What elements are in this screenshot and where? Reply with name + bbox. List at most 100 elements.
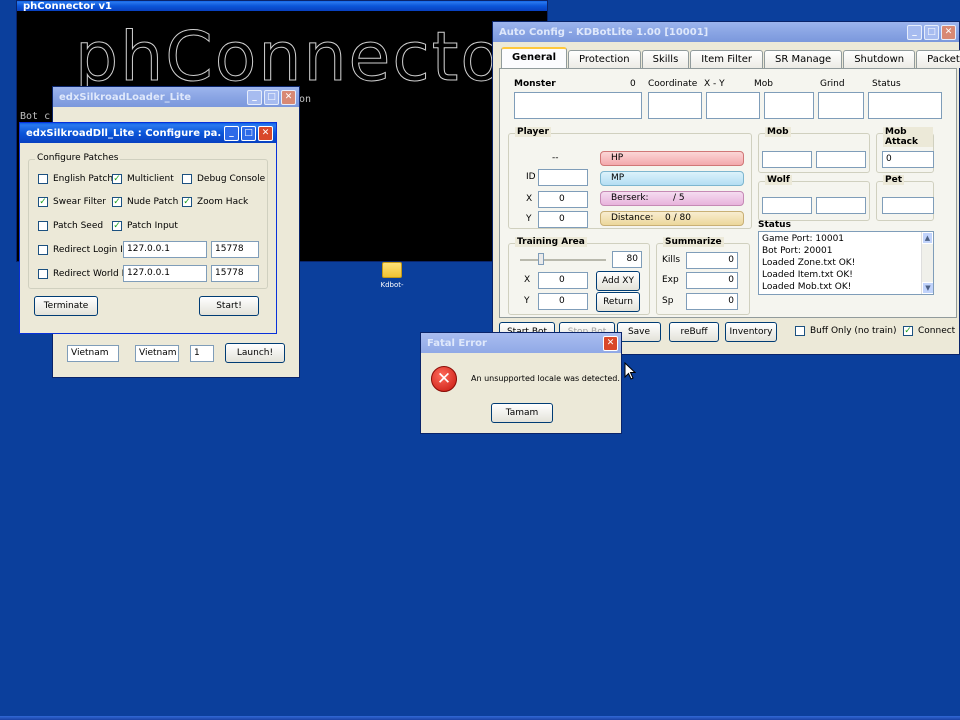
training-range-field[interactable]: 80 bbox=[612, 251, 642, 268]
player-id-field[interactable] bbox=[538, 169, 588, 186]
redirect-login-ip-checkbox[interactable]: Redirect Login IP bbox=[38, 245, 128, 255]
kills-label: Kills bbox=[662, 255, 681, 265]
player-x-label: X bbox=[526, 194, 533, 204]
maximize-icon[interactable]: □ bbox=[241, 125, 256, 141]
tab-shutdown[interactable]: Shutdown bbox=[843, 50, 916, 68]
login-ip-field[interactable]: 127.0.0.1 bbox=[123, 241, 207, 258]
minimize-icon[interactable]: _ bbox=[224, 125, 239, 141]
kills-field[interactable]: 0 bbox=[686, 252, 738, 269]
add-xy-button[interactable]: Add XY bbox=[596, 271, 640, 291]
zoom-hack-checkbox[interactable]: ✓ Zoom Hack bbox=[182, 197, 248, 207]
redirect-world-ip-checkbox[interactable]: Redirect World IP bbox=[38, 269, 130, 279]
mob-label: Mob bbox=[754, 79, 773, 89]
checkbox-box bbox=[38, 174, 48, 184]
login-port-field[interactable]: 15778 bbox=[211, 241, 259, 258]
close-icon[interactable]: ✕ bbox=[941, 24, 956, 40]
list-item: Loaded Item.txt OK! bbox=[762, 270, 853, 280]
locale-field-1[interactable]: Vietnam bbox=[67, 345, 119, 362]
close-icon[interactable]: ✕ bbox=[281, 89, 296, 105]
player-x-field[interactable]: 0 bbox=[538, 191, 588, 208]
minimize-icon[interactable]: _ bbox=[247, 89, 262, 105]
training-y-field[interactable]: 0 bbox=[538, 293, 588, 310]
hp-bar: HP bbox=[600, 151, 744, 166]
tab-sr-manage[interactable]: SR Manage bbox=[764, 50, 843, 68]
inventory-button[interactable]: Inventory bbox=[725, 322, 777, 342]
maximize-icon[interactable]: □ bbox=[924, 24, 939, 40]
player-y-field[interactable]: 0 bbox=[538, 211, 588, 228]
swear-filter-checkbox[interactable]: ✓ Swear Filter bbox=[38, 197, 106, 207]
patch-seed-checkbox[interactable]: Patch Seed bbox=[38, 221, 103, 231]
ascii-banner: phConnector bbox=[75, 18, 534, 97]
auto-config-window[interactable]: Auto Config - KDBotLite 1.00 [10001] _ □… bbox=[492, 21, 960, 355]
configure-window[interactable]: edxSilkroadDll_Lite : Configure pa... _ … bbox=[19, 122, 277, 334]
tab-general[interactable]: General bbox=[501, 47, 567, 68]
world-ip-field[interactable]: 127.0.0.1 bbox=[123, 265, 207, 282]
exp-field[interactable]: 0 bbox=[686, 272, 738, 289]
close-icon[interactable]: ✕ bbox=[258, 125, 273, 141]
xy-field[interactable] bbox=[706, 92, 760, 119]
save-button[interactable]: Save bbox=[617, 322, 661, 342]
connect-checkbox[interactable]: ✓ Connect bbox=[903, 326, 955, 336]
debug-console-checkbox[interactable]: Debug Console bbox=[182, 174, 265, 184]
terminate-button[interactable]: Terminate bbox=[34, 296, 98, 316]
wolf-field-2[interactable] bbox=[816, 197, 866, 214]
tab-packet[interactable]: Packet bbox=[916, 50, 960, 68]
checkmark-icon: ✓ bbox=[903, 326, 913, 336]
buff-only-checkbox[interactable]: Buff Only (no train) bbox=[795, 326, 896, 336]
multiclient-checkbox[interactable]: ✓ Multiclient bbox=[112, 174, 174, 184]
mob-field-1[interactable] bbox=[762, 151, 812, 168]
configure-titlebar[interactable]: edxSilkroadDll_Lite : Configure pa... _ … bbox=[20, 123, 276, 143]
mob-field[interactable] bbox=[764, 92, 814, 119]
grind-field[interactable] bbox=[818, 92, 864, 119]
tab-item-filter[interactable]: Item Filter bbox=[690, 50, 763, 68]
ok-button[interactable]: Tamam bbox=[491, 403, 553, 423]
patch-input-checkbox[interactable]: ✓ Patch Input bbox=[112, 221, 178, 231]
status-list[interactable]: Game Port: 10001 Bot Port: 20001 Loaded … bbox=[758, 231, 934, 295]
english-patch-checkbox[interactable]: English Patch bbox=[38, 174, 113, 184]
error-message: An unsupported locale was detected. bbox=[471, 374, 620, 383]
console-title: phConnector v1 bbox=[23, 0, 112, 12]
training-x-field[interactable]: 0 bbox=[538, 272, 588, 289]
player-id-label: ID bbox=[526, 172, 536, 182]
close-icon[interactable]: ✕ bbox=[603, 335, 618, 351]
rebuff-button[interactable]: reBuff bbox=[669, 322, 719, 342]
sp-field[interactable]: 0 bbox=[686, 293, 738, 310]
minimize-icon[interactable]: _ bbox=[907, 24, 922, 40]
scroll-up-icon[interactable]: ▲ bbox=[922, 232, 933, 244]
maximize-icon[interactable]: □ bbox=[264, 89, 279, 105]
auto-config-titlebar[interactable]: Auto Config - KDBotLite 1.00 [10001] _ □… bbox=[493, 22, 959, 42]
wolf-field-1[interactable] bbox=[762, 197, 812, 214]
list-item: Loaded Zone.txt OK! bbox=[762, 258, 856, 268]
xy-label: X - Y bbox=[704, 79, 725, 89]
grind-label: Grind bbox=[820, 79, 845, 89]
monster-field[interactable] bbox=[514, 92, 642, 119]
pet-field[interactable] bbox=[882, 197, 934, 214]
tab-skills[interactable]: Skills bbox=[641, 50, 690, 68]
checkbox-box bbox=[38, 245, 48, 255]
training-range-slider[interactable] bbox=[520, 259, 606, 261]
checkmark-icon: ✓ bbox=[112, 174, 122, 184]
world-port-field[interactable]: 15778 bbox=[211, 265, 259, 282]
launch-button[interactable]: Launch! bbox=[225, 343, 285, 363]
mob-field-2[interactable] bbox=[816, 151, 866, 168]
mob-attack-field[interactable]: 0 bbox=[882, 151, 934, 168]
console-titlebar[interactable]: phConnector v1 bbox=[17, 0, 547, 12]
fatal-error-titlebar[interactable]: Fatal Error ✕ bbox=[421, 333, 621, 353]
coordinate-field[interactable] bbox=[648, 92, 702, 119]
scroll-down-icon[interactable]: ▼ bbox=[922, 282, 933, 294]
slider-thumb[interactable] bbox=[538, 253, 544, 265]
status-scrollbar[interactable]: ▲ ▼ bbox=[921, 232, 933, 294]
nude-patch-checkbox[interactable]: ✓ Nude Patch bbox=[112, 197, 178, 207]
loader-titlebar[interactable]: edxSilkroadLoader_Lite _ □ ✕ bbox=[53, 87, 299, 107]
locale-field-2[interactable]: Vietnam bbox=[135, 345, 179, 362]
player-dash: -- bbox=[552, 153, 559, 163]
fatal-error-dialog[interactable]: Fatal Error ✕ ✕ An unsupported locale wa… bbox=[420, 332, 622, 434]
locale-number-field[interactable]: 1 bbox=[190, 345, 214, 362]
status-field[interactable] bbox=[868, 92, 942, 119]
tab-protection[interactable]: Protection bbox=[568, 50, 641, 68]
status-label: Status bbox=[758, 220, 791, 230]
desktop-icon-kdbot[interactable]: Kdbot- bbox=[378, 262, 406, 289]
checkbox-box bbox=[795, 326, 805, 336]
start-button[interactable]: Start! bbox=[199, 296, 259, 316]
return-button[interactable]: Return bbox=[596, 292, 640, 312]
